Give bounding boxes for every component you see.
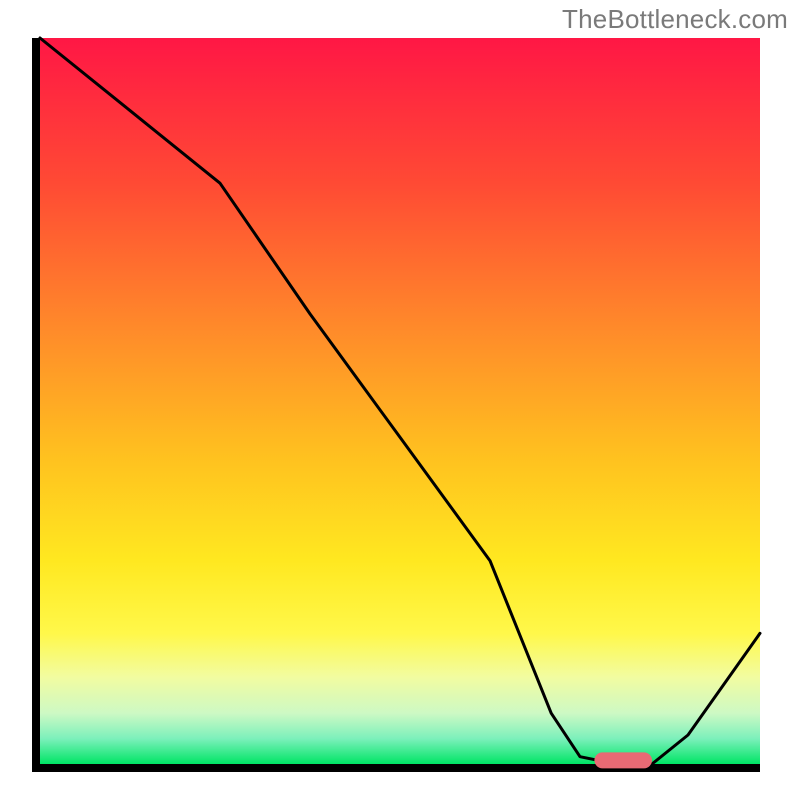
watermark-text: TheBottleneck.com xyxy=(562,4,788,35)
plot-background xyxy=(40,38,760,764)
bottleneck-chart xyxy=(0,0,800,800)
chart-container: TheBottleneck.com xyxy=(0,0,800,800)
optimal-range-marker xyxy=(594,752,652,768)
